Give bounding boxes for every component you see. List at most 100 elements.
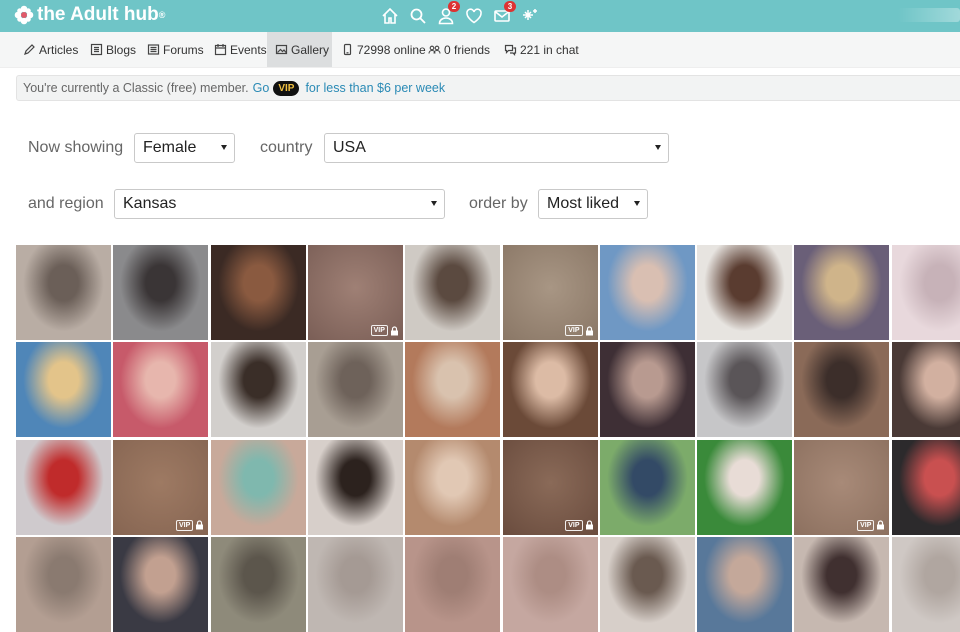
gallery-photo-tile[interactable]: VIP (113, 439, 209, 535)
gallery-photo-tile[interactable] (210, 536, 306, 632)
order-select-value: Most liked (547, 195, 620, 212)
gallery-photo-tile[interactable] (697, 342, 793, 438)
gallery-photo-tile[interactable]: VIP (502, 245, 598, 340)
vip-lock-indicator: VIP (370, 325, 399, 336)
order-by-label: order by (469, 195, 528, 212)
account-menu[interactable] (898, 8, 960, 22)
nav-events[interactable]: Events (214, 32, 267, 67)
gallery-photo-tile[interactable] (697, 439, 793, 535)
gallery-photo-tile[interactable] (599, 245, 695, 340)
gallery-photo-tile[interactable] (16, 536, 111, 632)
country-select-value: USA (333, 139, 366, 156)
top-bar: the Adult hub ® 2 3 (0, 0, 960, 32)
search-button[interactable] (404, 0, 432, 32)
vip-tag: VIP (370, 325, 388, 336)
lock-icon (877, 520, 885, 530)
gallery-photo-tile[interactable] (697, 245, 793, 340)
region-select[interactable]: Kansas (114, 189, 445, 219)
gallery-photo-tile[interactable] (891, 439, 960, 535)
vip-tag: VIP (565, 519, 583, 531)
country-label: country (260, 139, 313, 156)
gender-select-value: Female (143, 139, 197, 156)
nav-friends[interactable]: 0 friends (428, 32, 490, 67)
gallery-photo-tile[interactable] (502, 342, 598, 438)
vip-lock-indicator: VIP (565, 519, 593, 531)
gallery-photo-tile[interactable]: VIP (502, 439, 598, 535)
blog-icon (90, 43, 103, 56)
favorites-button[interactable] (460, 0, 488, 32)
gallery-photo-tile[interactable] (16, 245, 111, 340)
messages-button[interactable]: 3 (488, 0, 516, 32)
gallery-photo-tile[interactable] (113, 245, 209, 340)
order-select[interactable]: Most liked (538, 189, 648, 219)
notice-text: You're currently a Classic (free) member… (23, 81, 249, 95)
discover-button[interactable] (516, 0, 544, 32)
gallery-photo-tile[interactable] (405, 439, 501, 535)
gallery-photo-tile[interactable] (307, 536, 403, 632)
home-button[interactable] (376, 0, 404, 32)
gallery-photo-tile[interactable] (599, 439, 695, 535)
nav-friends-label: 0 friends (444, 42, 491, 57)
nav-online[interactable]: 72998 online (341, 32, 426, 67)
calendar-icon (214, 44, 227, 56)
gallery-photo-tile[interactable] (113, 536, 209, 632)
gallery-photo-tile[interactable] (794, 536, 890, 632)
nav-chat-label: 221 in chat (520, 42, 579, 57)
nav-articles[interactable]: Articles (23, 32, 78, 67)
gallery-photo-tile[interactable] (210, 439, 306, 535)
nav-chat[interactable]: 221 in chat (504, 32, 579, 67)
gallery-photo-tile[interactable] (307, 342, 403, 438)
notification-badge: 2 (448, 1, 460, 12)
vip-tag: VIP (857, 519, 875, 531)
heart-icon (466, 8, 482, 24)
gallery-photo-tile[interactable] (113, 342, 209, 438)
upgrade-go-link[interactable]: Go (253, 81, 270, 95)
gallery-photo-tile[interactable] (794, 245, 890, 340)
gallery-photo-tile[interactable]: VIP (794, 439, 890, 535)
region-label: and region (28, 195, 104, 212)
gallery-photo-tile[interactable] (405, 245, 501, 340)
nav-forums[interactable]: Forums (147, 32, 204, 67)
gallery-photo-tile[interactable] (307, 439, 403, 535)
gallery-photo-tile[interactable] (210, 342, 306, 438)
gallery-photo-tile[interactable] (405, 536, 501, 632)
friends-icon (428, 45, 441, 54)
vip-lock-indicator: VIP (857, 519, 885, 531)
gallery-photo-tile[interactable] (891, 245, 960, 340)
search-icon (410, 8, 426, 24)
nav-gallery[interactable]: Gallery (267, 32, 332, 67)
gallery-photo-tile[interactable] (405, 342, 501, 438)
gallery-photo-tile[interactable] (210, 245, 306, 340)
gallery-photo-tile[interactable] (16, 439, 111, 535)
flower-logo-icon (14, 5, 34, 25)
sparkle-icon (523, 9, 537, 20)
gallery-photo-tile[interactable] (502, 536, 598, 632)
chevron-down-icon (655, 145, 661, 150)
gender-select[interactable]: Female (134, 133, 235, 163)
gallery-photo-tile[interactable] (891, 536, 960, 632)
nav-events-label: Events (230, 42, 267, 57)
gallery-photo-tile[interactable] (599, 536, 695, 632)
vip-tag: VIP (176, 519, 194, 531)
gallery-photo-tile[interactable]: VIP (307, 245, 403, 340)
gallery-photo-tile[interactable] (794, 342, 890, 438)
site-logo[interactable]: the Adult hub ® (14, 3, 165, 27)
profile-button[interactable]: 2 (432, 0, 460, 32)
gallery-photo-tile[interactable] (16, 342, 111, 438)
upgrade-price-link[interactable]: for less than $6 per week (305, 81, 445, 95)
forum-icon (147, 44, 160, 55)
phone-icon (343, 43, 352, 56)
messages-badge: 3 (504, 1, 516, 12)
sub-navigation: Articles Blogs Forums Events Gallery 729… (0, 32, 960, 68)
gallery-photo-tile[interactable] (891, 342, 960, 438)
nav-blogs[interactable]: Blogs (90, 32, 136, 67)
gallery-photo-tile[interactable] (599, 342, 695, 438)
country-select[interactable]: USA (324, 133, 669, 163)
lock-icon (585, 325, 593, 335)
lock-icon (585, 520, 593, 530)
lock-icon (196, 520, 204, 530)
chevron-down-icon (431, 201, 437, 206)
brand-trademark: ® (158, 10, 166, 20)
gallery-photo-tile[interactable] (697, 536, 793, 632)
image-icon (275, 44, 288, 55)
